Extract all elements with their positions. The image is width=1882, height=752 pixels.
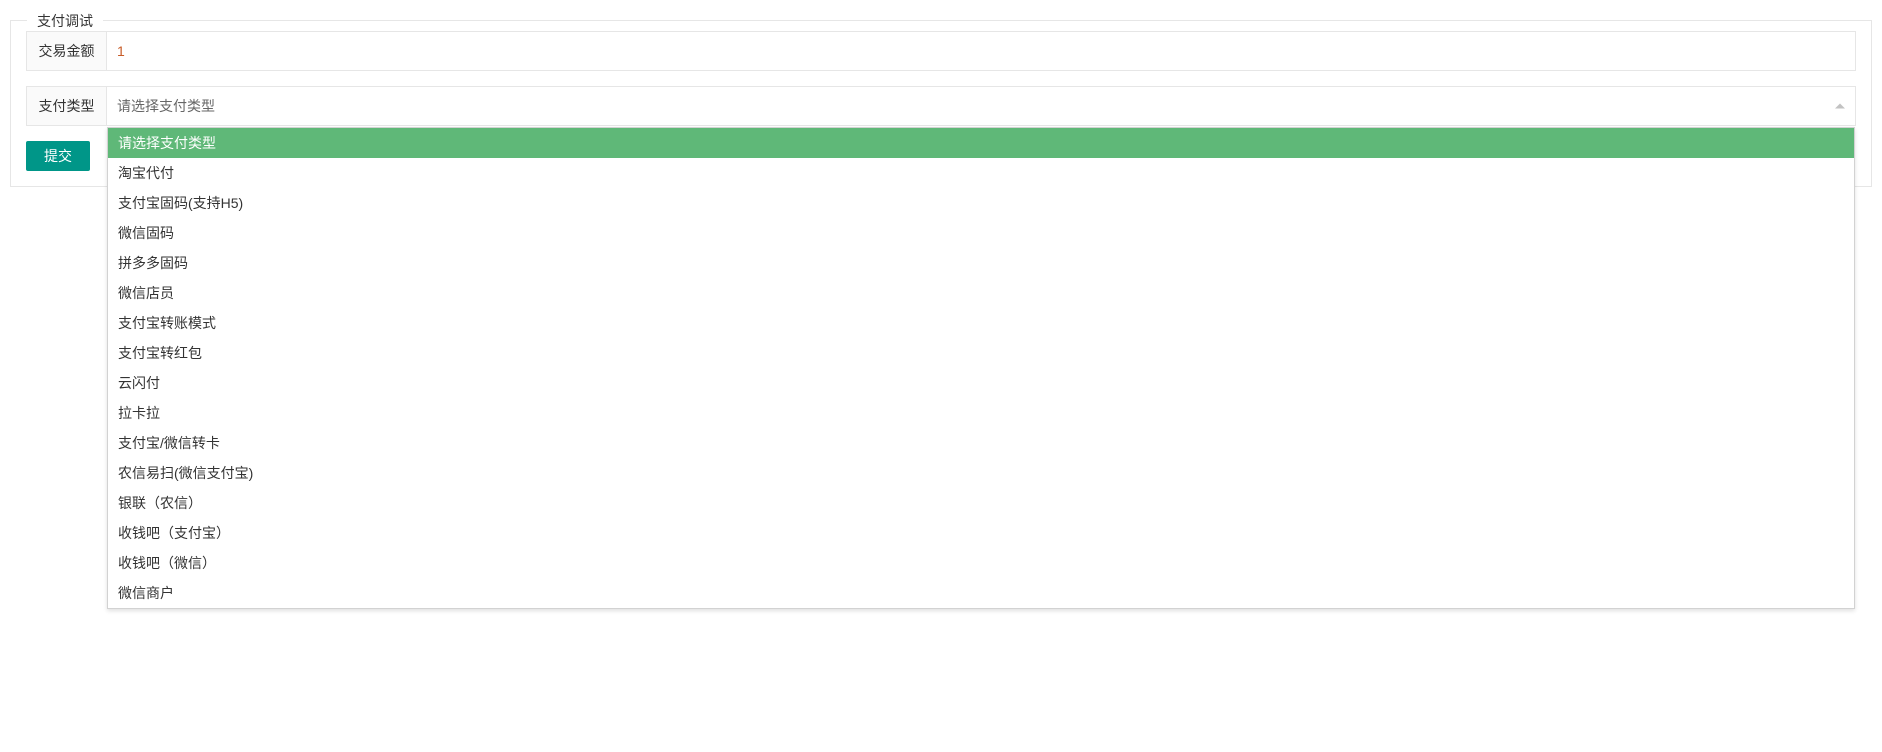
payment-type-option[interactable]: 微信商户 [108, 578, 1854, 608]
panel-title: 支付调试 [27, 11, 103, 31]
chevron-up-icon [1835, 104, 1845, 109]
payment-type-option[interactable]: 拉卡拉 [108, 398, 1854, 428]
payment-type-option[interactable]: 云闪付 [108, 368, 1854, 398]
payment-type-option[interactable]: 支付宝转账模式 [108, 308, 1854, 338]
payment-type-option[interactable]: 请选择支付类型 [108, 128, 1854, 158]
payment-type-dropdown: 请选择支付类型淘宝代付支付宝固码(支持H5)微信固码拼多多固码微信店员支付宝转账… [107, 127, 1855, 609]
payment-type-option[interactable]: 拼多多固码 [108, 248, 1854, 278]
submit-button[interactable]: 提交 [26, 141, 90, 171]
payment-type-select-wrap: 请选择支付类型 请选择支付类型淘宝代付支付宝固码(支持H5)微信固码拼多多固码微… [107, 87, 1855, 125]
payment-type-option[interactable]: 银联（农信） [108, 488, 1854, 518]
payment-type-option[interactable]: 微信固码 [108, 218, 1854, 248]
payment-type-row: 支付类型 请选择支付类型 请选择支付类型淘宝代付支付宝固码(支持H5)微信固码拼… [26, 86, 1856, 126]
payment-type-option[interactable]: 支付宝固码(支持H5) [108, 188, 1854, 218]
payment-type-option[interactable]: 收钱吧（支付宝） [108, 518, 1854, 548]
payment-type-option[interactable]: 支付宝/微信转卡 [108, 428, 1854, 458]
payment-type-option[interactable]: 支付宝转红包 [108, 338, 1854, 368]
payment-type-option[interactable]: 微信店员 [108, 278, 1854, 308]
payment-type-select[interactable]: 请选择支付类型 [107, 87, 1855, 125]
amount-input[interactable] [107, 32, 1855, 70]
payment-debug-panel: 支付调试 交易金额 支付类型 请选择支付类型 请选择支付类型淘宝代付支付宝固码(… [10, 20, 1872, 187]
payment-type-option[interactable]: 收钱吧（微信） [108, 548, 1854, 578]
amount-row: 交易金额 [26, 31, 1856, 71]
amount-input-wrap [107, 32, 1855, 70]
payment-type-selected-text: 请选择支付类型 [117, 98, 215, 114]
payment-type-option[interactable]: 农信易扫(微信支付宝) [108, 458, 1854, 488]
amount-label: 交易金额 [27, 32, 107, 70]
payment-type-label: 支付类型 [27, 87, 107, 125]
payment-type-option[interactable]: 淘宝代付 [108, 158, 1854, 188]
